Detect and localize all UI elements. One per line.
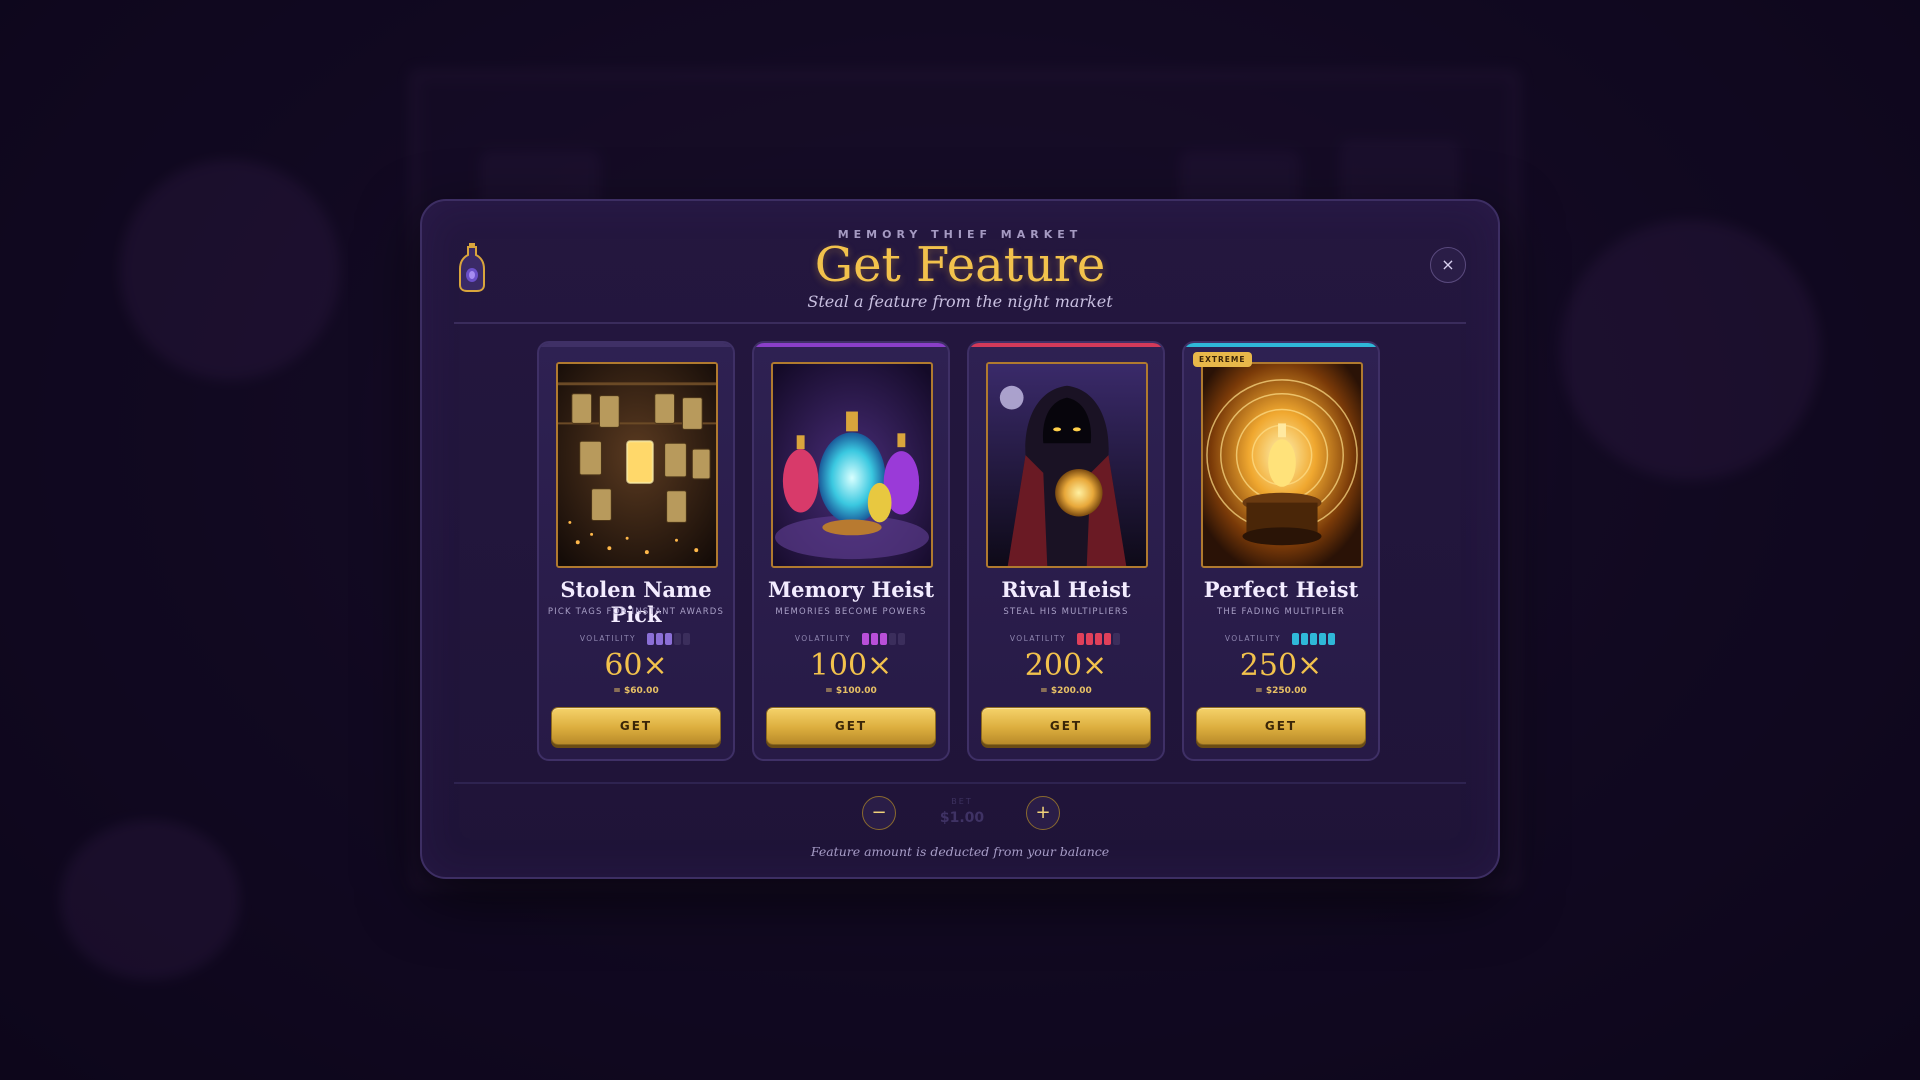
card-tagline: THE FADING MULTIPLIER [1217, 607, 1345, 617]
feature-cards: Stolen Name Pick PICK TAGS FOR INSTANT A… [537, 341, 1387, 763]
bet-decrease-button[interactable]: − [862, 796, 896, 830]
card-price: = $250.00 [1255, 686, 1307, 696]
bet-increase-button[interactable]: + [1026, 796, 1060, 830]
volatility-pip [898, 632, 906, 645]
volatility-pip [1301, 632, 1309, 645]
bet-label: BET [951, 797, 973, 806]
volatility-label: VOLATILITY [1224, 634, 1282, 643]
card-title: Perfect Heist [1203, 577, 1359, 602]
bet-value: $1.00 [939, 810, 985, 826]
volatility-label: VOLATILITY [794, 634, 852, 643]
header-divider [454, 322, 1466, 324]
get-button[interactable]: GET [766, 707, 936, 745]
volatility-pip [1328, 632, 1336, 645]
volatility-label: VOLATILITY [579, 634, 637, 643]
volatility-pip [683, 632, 691, 645]
volatility-pip [656, 632, 664, 645]
hooded-thief-art [986, 362, 1148, 568]
feature-card-memory-heist[interactable]: Memory Heist MEMORIES BECOME POWERS VOLA… [752, 341, 950, 761]
get-button[interactable]: GET [551, 707, 721, 745]
volatility-pip [889, 632, 897, 645]
volatility-meter: VOLATILITY [539, 628, 733, 645]
feature-card-rival-heist[interactable]: Rival Heist STEAL HIS MULTIPLIERS VOLATI… [967, 341, 1165, 761]
modal-title: Get Feature [814, 237, 1106, 293]
volatility-pip [647, 632, 655, 645]
balance-footnote: Feature amount is deducted from your bal… [810, 844, 1110, 859]
card-multiplier: 60× [604, 648, 668, 683]
card-accent-bar [539, 343, 733, 347]
card-title: Stolen Name Pick [560, 577, 712, 627]
card-accent-bar [969, 343, 1163, 347]
volatility-pip [665, 632, 673, 645]
volatility-pip [1095, 632, 1103, 645]
card-price: = $60.00 [613, 686, 659, 696]
get-feature-modal: MEMORY THIEF MARKET Get Feature Steal a … [420, 199, 1500, 879]
volatility-meter: VOLATILITY [754, 628, 948, 645]
card-tagline: MEMORIES BECOME POWERS [775, 607, 927, 617]
feature-card-stolen-name-pick[interactable]: Stolen Name Pick PICK TAGS FOR INSTANT A… [537, 341, 735, 761]
volatility-pip [1310, 632, 1318, 645]
volatility-pip [871, 632, 879, 645]
volatility-pip [862, 632, 870, 645]
card-title: Rival Heist [1001, 577, 1131, 602]
card-price: = $100.00 [825, 686, 877, 696]
volatility-meter: VOLATILITY [969, 628, 1163, 645]
volatility-pip [1292, 632, 1300, 645]
volatility-pip [674, 632, 682, 645]
volatility-pip [1104, 632, 1112, 645]
volatility-label: VOLATILITY [1009, 634, 1067, 643]
card-price: = $200.00 [1040, 686, 1092, 696]
card-tagline: PICK TAGS FOR INSTANT AWARDS [547, 607, 725, 617]
glowing-vial-art [1201, 362, 1363, 568]
volatility-meter: VOLATILITY [1184, 628, 1378, 645]
card-tagline: STEAL HIS MULTIPLIERS [1003, 607, 1129, 617]
card-accent-bar [1184, 343, 1378, 347]
modal-header: MEMORY THIEF MARKET Get Feature Steal a … [422, 201, 1498, 326]
hanging-tags-art [556, 362, 718, 568]
volatility-pip [1319, 632, 1327, 645]
card-multiplier: 250× [1239, 648, 1323, 683]
card-accent-bar [754, 343, 948, 347]
close-button[interactable]: × [1430, 247, 1466, 283]
get-button[interactable]: GET [1196, 707, 1366, 745]
card-multiplier: 200× [1024, 648, 1108, 683]
volatility-pip [1086, 632, 1094, 645]
feature-card-perfect-heist[interactable]: EXTREME Perfect Heist THE FADING MULTIPL… [1182, 341, 1380, 761]
volatility-pip [1113, 632, 1121, 645]
card-title: Memory Heist [767, 577, 935, 602]
footer-divider [454, 782, 1466, 784]
modal-subtitle: Steal a feature from the night market [807, 292, 1113, 311]
volatility-pip [880, 632, 888, 645]
extreme-badge: EXTREME [1193, 352, 1252, 367]
volatility-pip [1077, 632, 1085, 645]
potion-bottles-art [771, 362, 933, 568]
get-button[interactable]: GET [981, 707, 1151, 745]
card-multiplier: 100× [809, 648, 893, 683]
